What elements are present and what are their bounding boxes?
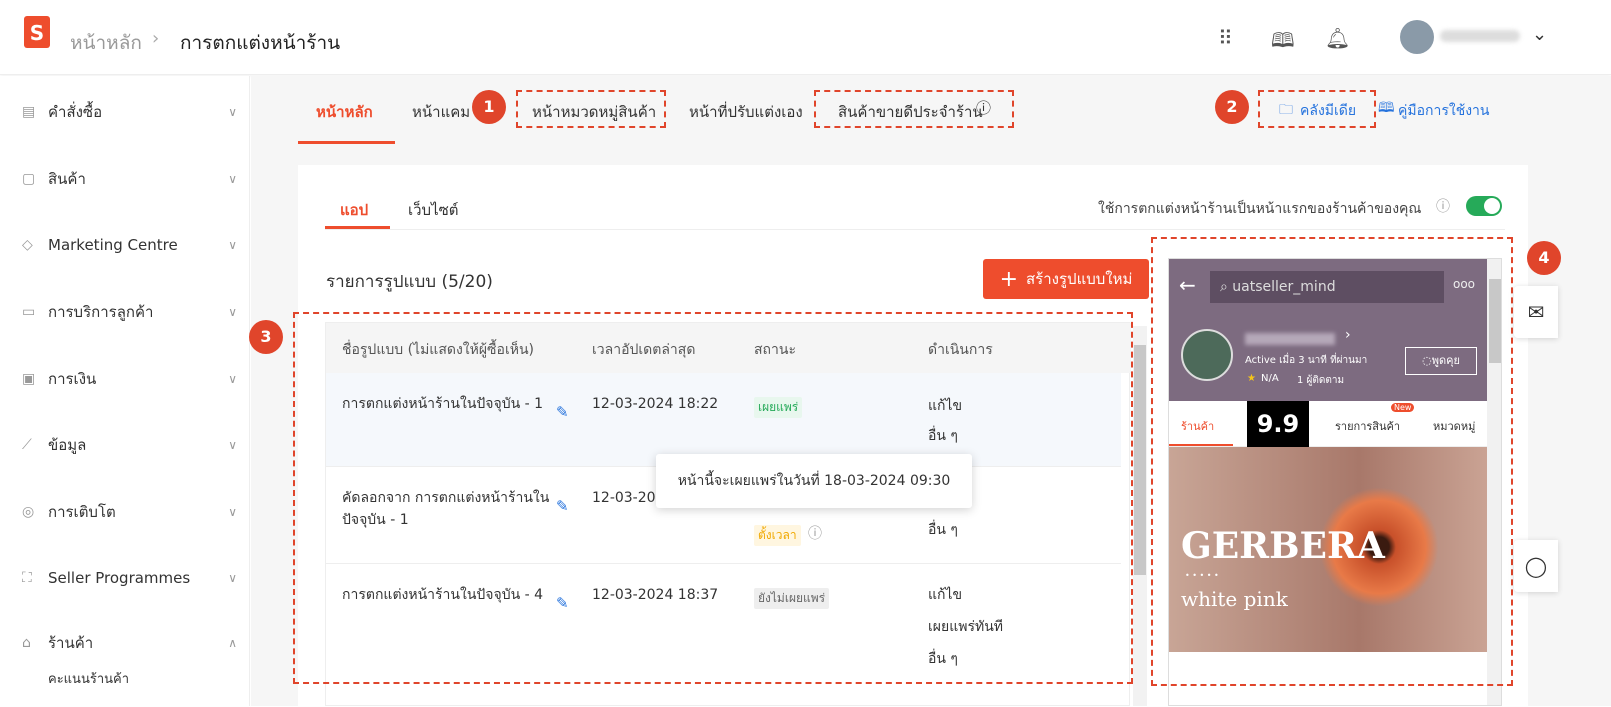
homepage-toggle-label: ใช้การตกแต่งหน้าร้านเป็นหน้าแรกของร้านค้…: [1098, 201, 1422, 217]
chevron-icon: ∧: [228, 636, 237, 650]
chat-icon: ▭: [22, 304, 36, 320]
create-template-label: สร้างรูปแบบใหม่: [1026, 270, 1133, 288]
annotation-box-2: [1258, 90, 1376, 128]
user-guide-link[interactable]: คู่มือการใช้งาน: [1398, 100, 1489, 122]
annotation-badge-3: 3: [249, 320, 283, 354]
sidebar-item[interactable]: ⟋ ข้อมูล ∨: [22, 433, 237, 457]
sidebar-item[interactable]: ▭ การบริการลูกค้า ∨: [22, 300, 237, 324]
annotation-badge-1: 1: [472, 90, 506, 124]
sidebar-item-label: ข้อมูล: [48, 436, 87, 454]
chevron-icon: ∨: [228, 438, 237, 452]
homepage-toggle[interactable]: [1466, 196, 1502, 216]
sidebar-item[interactable]: ⛶ Seller Programmes ∨: [22, 566, 237, 590]
sidebar-item-label: สินค้า: [48, 170, 86, 188]
shop-icon: ⌂: [22, 635, 31, 651]
sidebar-item[interactable]: ▤ คำสั่งซื้อ ∨: [22, 100, 237, 124]
chevron-icon: ∨: [228, 305, 237, 319]
chevron-icon: ∨: [228, 172, 237, 186]
chart-icon: ⟋: [22, 437, 32, 453]
box-icon: ▢: [22, 171, 36, 187]
annotation-box-3: [293, 312, 1133, 684]
sidebar-item-label: Seller Programmes: [48, 569, 191, 587]
sidebar: ▤ คำสั่งซื้อ ∨ ▢ สินค้า ∨ ◇ Marketing Centre ∨ ▭ ก…: [0, 76, 250, 706]
sidebar-item[interactable]: ◇ Marketing Centre ∨: [22, 233, 237, 257]
chevron-icon: ∨: [228, 238, 237, 252]
tab-home[interactable]: หน้าหลัก: [316, 100, 373, 124]
chevron-icon: ∨: [228, 505, 237, 519]
chevron-icon: ∨: [228, 372, 237, 386]
sidebar-item-label: Marketing Centre: [48, 236, 178, 254]
apps-grid-icon[interactable]: ⠿: [1218, 26, 1233, 50]
sidebar-item-label: การบริการลูกค้า: [48, 303, 154, 321]
active-tab-indicator: [298, 141, 395, 144]
annotation-box-1b: [814, 90, 1014, 128]
badge-icon: ◎: [22, 504, 35, 520]
create-template-button[interactable]: + สร้างรูปแบบใหม่: [983, 259, 1149, 299]
subtab-app[interactable]: แอป: [340, 198, 368, 222]
book-icon[interactable]: 🕮: [1378, 97, 1395, 121]
tag-icon: ◇: [22, 237, 33, 253]
wallet-icon: ▣: [22, 371, 36, 387]
sidebar-item-label: การเงิน: [48, 370, 97, 388]
sidebar-item-label: ร้านค้า: [48, 634, 94, 652]
annotation-box-1: [516, 90, 666, 128]
chevron-down-icon[interactable]: ⌄: [1532, 24, 1547, 45]
annotation-box-4: [1151, 237, 1513, 686]
clipboard-icon: ▤: [22, 104, 36, 120]
shopee-logo[interactable]: S: [24, 16, 50, 48]
book-icon[interactable]: 🕮: [1271, 26, 1295, 60]
sidebar-item[interactable]: ▢ สินค้า ∨: [22, 167, 237, 191]
avatar[interactable]: [1400, 20, 1434, 54]
subtab-website[interactable]: เว็บไซต์: [408, 198, 459, 222]
tab-campaign[interactable]: หน้าแคม: [412, 100, 470, 124]
chevron-icon: ∨: [228, 571, 237, 585]
tab-custom[interactable]: หน้าที่ปรับแต่งเอง: [689, 100, 803, 124]
sidebar-subitem-shop-rating[interactable]: คะแนนร้านค้า: [48, 668, 129, 689]
chevron-icon: ∨: [228, 105, 237, 119]
sidebar-item-label: การเติบโต: [48, 503, 116, 521]
sidebar-item[interactable]: ⌂ ร้านค้า ∧: [22, 631, 237, 655]
top-header: S หน้าหลัก › การตกแต่งหน้าร้าน ⠿ 🕮 🔔︎ ⌄: [0, 0, 1611, 75]
sidebar-item[interactable]: ◎ การเติบโต ∨: [22, 500, 237, 524]
programs-icon: ⛶: [22, 570, 32, 586]
plus-icon: +: [999, 266, 1019, 292]
sidebar-item[interactable]: ▣ การเงิน ∨: [22, 367, 237, 391]
template-list-title: รายการรูปแบบ (5/20): [326, 272, 493, 292]
divider: [325, 229, 1505, 230]
breadcrumb-home[interactable]: หน้าหลัก: [70, 28, 142, 58]
help-icon[interactable]: ⓘ: [1436, 196, 1450, 216]
breadcrumb-separator: ›: [152, 28, 160, 49]
annotation-badge-4: 4: [1527, 241, 1561, 275]
username-blurred[interactable]: [1440, 30, 1520, 42]
sidebar-item-label: คำสั่งซื้อ: [48, 103, 103, 121]
bell-icon[interactable]: 🔔︎: [1325, 26, 1350, 50]
annotation-badge-2: 2: [1215, 90, 1249, 124]
headset-icon[interactable]: ◯: [1514, 540, 1558, 592]
breadcrumb-current: การตกแต่งหน้าร้าน: [180, 32, 341, 54]
mail-icon[interactable]: ✉: [1514, 286, 1558, 338]
table-scrollbar-thumb[interactable]: [1134, 345, 1146, 575]
